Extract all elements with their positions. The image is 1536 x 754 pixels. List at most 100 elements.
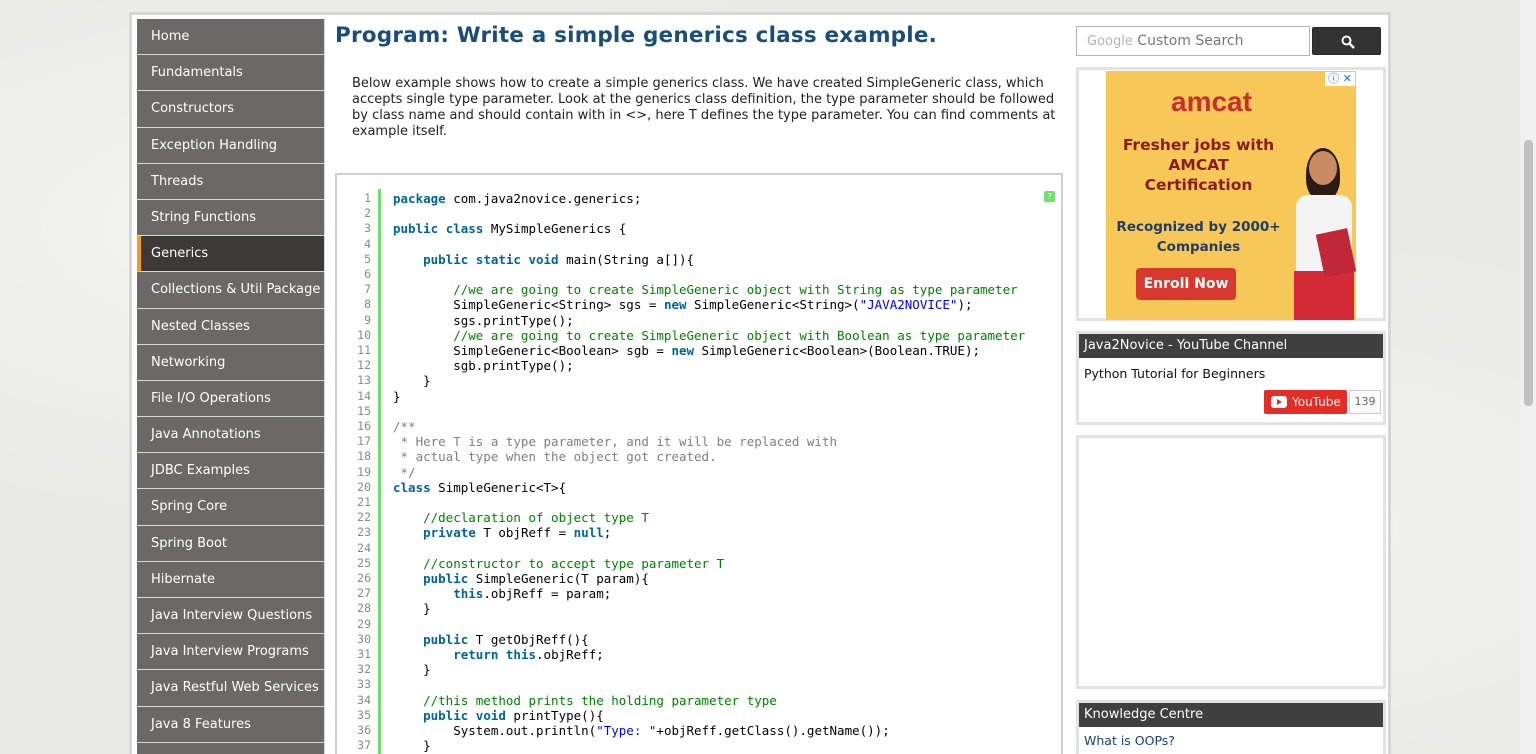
sidebar-item-java-interview-questions[interactable]: Java Interview Questions [137,598,325,635]
sidebar-item-constructors[interactable]: Constructors [137,91,325,128]
code-text: public static void main(String a[]){ [423,251,695,267]
code-text: */ [393,464,416,480]
ad-banner[interactable]: ⓘ ✕ amcat Fresher jobs with AMCAT Certif… [1106,71,1356,320]
knowledge-panel: Knowledge Centre What is OOPs? [1076,700,1386,754]
ad-brand-logo: amcat [1171,86,1252,117]
sidebar-item-java-annotations[interactable]: Java Annotations [137,417,325,454]
code-text: SimpleGeneric<String> sgs = new SimpleGe… [393,297,973,313]
code-line: 9 sgs.printType(); [337,313,1061,328]
code-text: //we are going to create SimpleGeneric o… [393,282,1018,298]
sidebar-item-exception-handling[interactable]: Exception Handling [137,127,325,164]
ad-panel: ⓘ ✕ amcat Fresher jobs with AMCAT Certif… [1076,67,1386,321]
code-line: 15 [337,404,1061,419]
sidebar-item-collections-util-package[interactable]: Collections & Util Package [137,272,325,309]
sidebar-item-fundamentals[interactable]: Fundamentals [137,55,325,92]
ad-headline: Fresher jobs with AMCAT Certification [1122,136,1275,194]
sidebar-item-spring-boot[interactable]: Spring Boot [137,525,325,562]
line-number: 1 [364,191,371,205]
code-line: 7 //we are going to create SimpleGeneric… [337,282,1061,297]
code-text: package com.java2novice.generics; [393,191,642,206]
line-number: 20 [357,479,371,494]
sidebar-item-java-interview-programs[interactable]: Java Interview Programs [137,634,325,671]
line-number: 3 [364,221,371,236]
knowledge-link[interactable]: What is OOPs? [1079,727,1383,748]
code-line: 36 System.out.println("Type: "+objReff.g… [337,723,1061,738]
line-number: 26 [357,571,371,585]
code-line: 3 public class MySimpleGenerics { [337,221,1061,236]
line-number: 23 [357,525,371,540]
scrollbar-thumb[interactable] [1524,140,1533,406]
sidebar-item-java-restful-web-services[interactable]: Java Restful Web Services [137,670,325,707]
code-text: this.objReff = param; [453,586,612,602]
line-number: 33 [357,677,371,692]
line-number: 24 [357,540,371,555]
code-line: 19 */ [337,465,1061,480]
code-text: SimpleGeneric<Boolean> sgb = new SimpleG… [393,343,981,358]
page-scrollbar[interactable] [1520,0,1536,754]
code-line: 23 private T objReff = null; [337,525,1061,540]
code-line: 5 public static void main(String a[]){ [337,252,1061,267]
code-text: public SimpleGeneric(T param){ [423,571,649,586]
line-number: 34 [357,692,371,707]
sidebar-item-threads[interactable]: Threads [137,163,325,200]
line-number: 14 [357,388,371,403]
code-text: public class MySimpleGenerics { [393,221,627,237]
code-text: } [393,373,431,389]
code-text: public void printType(){ [423,707,604,723]
code-text: } [393,662,431,678]
sidebar-item-string-functions[interactable]: String Functions [137,199,325,237]
sidebar-item-more[interactable] [137,742,325,754]
youtube-subscribe-button[interactable]: YouTube [1264,390,1347,414]
code-text: sgb.printType(); [393,358,574,374]
sidebar-item-jdbc-examples[interactable]: JDBC Examples [137,453,325,490]
line-number: 4 [364,236,371,251]
ad-subline: Recognized by 2000+ Companies [1116,219,1281,255]
page-container: Home Fundamentals Constructors Exception Ha… [129,12,1391,754]
sidebar-item-file-i-o-operations[interactable]: File I/O Operations [137,380,325,418]
sidebar-item-home[interactable]: Home [137,19,325,56]
code-text: //this method prints the holding paramet… [393,692,777,708]
code-line: 1 package com.java2novice.generics; [337,191,1061,206]
line-number: 15 [357,403,371,418]
line-number: 25 [357,555,371,570]
code-line: 26 public SimpleGeneric(T param){ [337,571,1061,586]
line-number: 7 [364,282,371,297]
sidebar-item-java-8-features[interactable]: Java 8 Features [137,706,325,743]
code-line: 25 //constructor to accept type paramete… [337,556,1061,571]
code-text: return this.objReff; [453,647,604,662]
youtube-button-label: YouTube [1292,395,1341,409]
search-button[interactable] [1312,27,1381,55]
line-number: 29 [357,616,371,631]
sidebar-item-nested-classes[interactable]: Nested Classes [137,308,325,345]
knowledge-panel-header: Knowledge Centre [1079,703,1383,727]
sidebar-item-hibernate[interactable]: Hibernate [137,561,325,598]
line-number: 37 [357,738,371,753]
ad-person-image [1294,148,1356,320]
code-block[interactable]: ? 1 package com.java2novice.generics; 2 3 pu… [335,173,1063,754]
sidebar-item-generics[interactable]: Generics [137,236,325,273]
search-icon [1341,35,1355,49]
code-text: //constructor to accept type parameter T [393,555,725,571]
code-text: class SimpleGeneric<T>{ [393,479,567,495]
sidebar-item-networking[interactable]: Networking [137,344,325,381]
search-input[interactable]: Google Custom Search [1076,26,1310,56]
code-line: 11 SimpleGeneric<Boolean> sgb = new Simp… [337,343,1061,358]
code-text: * Here T is a type parameter, and it wil… [393,434,838,450]
code-line: 29 [337,617,1061,632]
youtube-subscriber-count: 139 [1349,390,1381,414]
main-content: Program: Write a simple generics class e… [335,15,1065,754]
page-title: Program: Write a simple generics class e… [335,23,937,48]
code-line: 18 * actual type when the object got cre… [337,449,1061,464]
line-number: 17 [357,434,371,449]
youtube-video-title[interactable]: Python Tutorial for Beginners [1079,358,1383,381]
code-text: } [393,738,431,754]
line-number: 21 [357,495,371,509]
code-text: public T getObjReff(){ [423,631,589,647]
ad-enroll-button[interactable]: Enroll Now [1136,268,1236,300]
code-line: 10 //we are going to create SimpleGeneri… [337,328,1061,343]
ad-close-icon[interactable]: ⓘ ✕ [1325,72,1355,86]
code-line: 20 class SimpleGeneric<T>{ [337,480,1061,495]
code-line: 27 this.objReff = param; [337,586,1061,601]
sidebar-item-spring-core[interactable]: Spring Core [137,489,325,526]
code-line: 13 } [337,373,1061,388]
